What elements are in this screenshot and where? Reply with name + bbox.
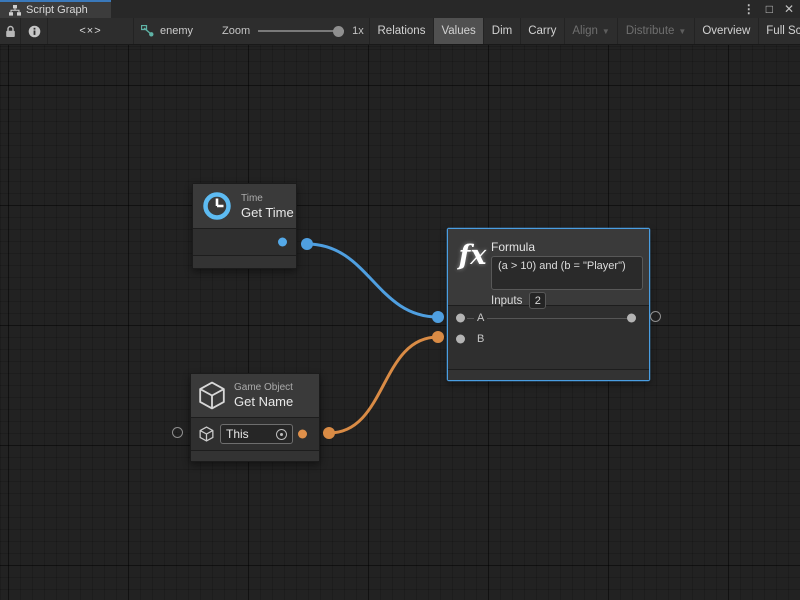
target-object-value: This <box>226 427 249 441</box>
tab-script-graph[interactable]: Script Graph <box>0 0 111 18</box>
node-footer <box>448 369 649 380</box>
formula-input-port-b[interactable] <box>456 335 465 344</box>
connections-layer <box>0 45 800 600</box>
fx-icon: fx <box>456 237 489 275</box>
zoom-slider-handle[interactable] <box>333 26 344 37</box>
carets-toggle-button[interactable]: <×> <box>48 18 134 44</box>
node-get-name[interactable]: Game Object Get Name This <box>190 373 320 462</box>
port-label-a: A <box>474 312 487 324</box>
inputs-label: Inputs <box>491 295 522 307</box>
node-category: Game Object <box>234 381 293 394</box>
titlebar: Script Graph ⋮ □ ✕ <box>0 0 800 18</box>
connection-endpoint[interactable] <box>323 427 335 439</box>
connection-endpoint[interactable] <box>301 238 313 250</box>
lock-button[interactable] <box>0 18 21 44</box>
align-button[interactable]: Align▼ <box>564 18 618 44</box>
node-formula-header: fx Formula (a > 10) and (b = "Player") I… <box>448 229 649 306</box>
node-title: Get Time <box>241 205 294 221</box>
node-title: Get Name <box>234 394 293 410</box>
formula-output-port[interactable] <box>627 314 636 323</box>
relations-button[interactable]: Relations <box>369 18 433 44</box>
node-get-time-body <box>193 229 296 255</box>
window-close-button[interactable]: ✕ <box>784 0 794 18</box>
formula-output-unconnected-port[interactable] <box>650 311 661 322</box>
zoom-value: 1x <box>352 25 364 37</box>
hierarchy-graph-icon <box>9 5 21 16</box>
overview-button[interactable]: Overview <box>694 18 758 44</box>
info-button[interactable] <box>21 18 48 44</box>
fullscreen-button[interactable]: Full Screen <box>758 18 800 44</box>
graph-icon <box>141 25 154 37</box>
target-picker-icon[interactable] <box>276 429 287 440</box>
chevron-down-icon: ▼ <box>602 27 610 36</box>
cube-icon <box>198 381 226 410</box>
node-title: Formula <box>491 240 535 254</box>
get-time-output-port[interactable] <box>278 238 287 247</box>
graph-canvas[interactable]: Time Get Time fx Formula (a > 10) and (b… <box>0 45 800 600</box>
zoom-label: Zoom <box>222 25 250 37</box>
info-icon <box>28 25 41 38</box>
breadcrumb[interactable]: enemy <box>141 18 193 44</box>
formula-port-row-a: A <box>448 308 649 328</box>
dim-button[interactable]: Dim <box>483 18 519 44</box>
lock-icon <box>5 25 16 38</box>
carry-button[interactable]: Carry <box>520 18 564 44</box>
values-button[interactable]: Values <box>433 18 483 44</box>
target-object-field[interactable]: This <box>220 424 293 444</box>
port-label-b: B <box>474 333 487 345</box>
chevron-down-icon: ▼ <box>678 27 686 36</box>
formula-input-port-a[interactable] <box>456 314 465 323</box>
clock-icon <box>202 191 232 221</box>
graph-name: enemy <box>160 25 193 37</box>
get-name-input-unconnected-port[interactable] <box>172 427 183 438</box>
distribute-button[interactable]: Distribute▼ <box>617 18 694 44</box>
get-name-output-port[interactable] <box>298 430 307 439</box>
node-footer <box>193 255 296 268</box>
toolbar: <×> enemy Zoom 1x Relations Values Dim C… <box>0 18 800 45</box>
formula-port-row-b: B <box>448 329 649 349</box>
toolbar-buttons: Relations Values Dim Carry Align▼ Distri… <box>369 18 800 44</box>
node-footer <box>191 450 319 461</box>
node-formula[interactable]: fx Formula (a > 10) and (b = "Player") I… <box>447 228 650 381</box>
script-graph-window: Script Graph ⋮ □ ✕ <×> <box>0 0 800 600</box>
node-get-name-body: This <box>191 418 319 450</box>
window-controls: ⋮ □ ✕ <box>743 0 794 18</box>
node-get-name-header: Game Object Get Name <box>191 374 319 418</box>
relation-line <box>467 318 632 319</box>
node-get-time[interactable]: Time Get Time <box>192 183 297 269</box>
window-maximize-button[interactable]: □ <box>766 0 773 18</box>
tab-title: Script Graph <box>26 4 88 16</box>
node-formula-body: A B <box>448 306 649 369</box>
node-get-time-header: Time Get Time <box>193 184 296 229</box>
zoom-slider-track <box>258 30 344 32</box>
zoom-control: Zoom 1x <box>222 18 364 44</box>
formula-expression-input[interactable]: (a > 10) and (b = "Player") <box>491 256 643 290</box>
cube-icon <box>199 426 214 442</box>
zoom-slider[interactable] <box>258 25 344 37</box>
connection-endpoint[interactable] <box>432 311 444 323</box>
window-menu-button[interactable]: ⋮ <box>743 0 755 18</box>
connection-endpoint[interactable] <box>432 331 444 343</box>
connection-getname-to-formula-b[interactable] <box>329 337 438 433</box>
node-category: Time <box>241 192 294 205</box>
connection-gettime-to-formula-a[interactable] <box>307 244 438 317</box>
